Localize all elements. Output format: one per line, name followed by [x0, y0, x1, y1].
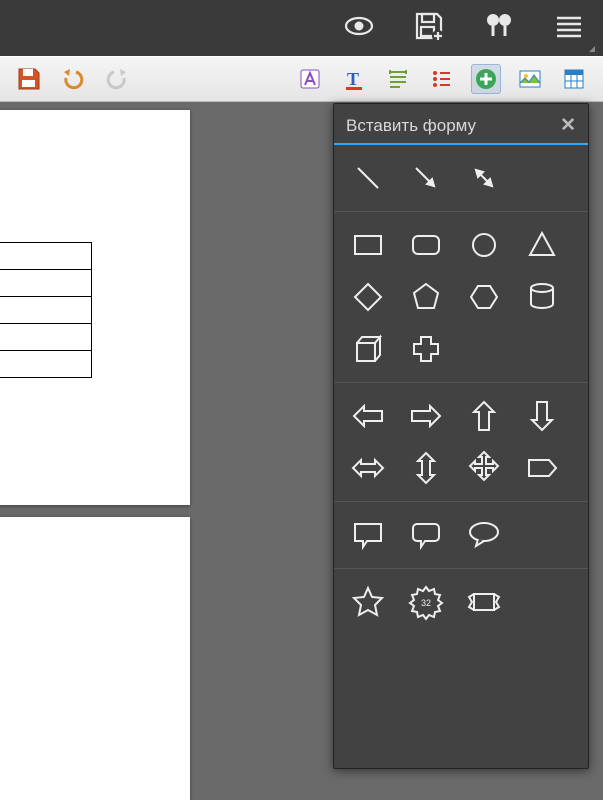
shape-arrow-up-down[interactable]: [400, 445, 452, 491]
shape-group-callouts: [334, 502, 588, 569]
save-button[interactable]: [14, 64, 44, 94]
shape-arrow-down[interactable]: [516, 393, 568, 439]
shape-arrow-pentagon[interactable]: [516, 445, 568, 491]
edit-toolbar: T: [0, 56, 603, 102]
undo-button[interactable]: [58, 64, 88, 94]
shape-group-arrows: [334, 383, 588, 502]
list-button[interactable]: [427, 64, 457, 94]
shape-pentagon[interactable]: [400, 274, 452, 320]
shape-arrow-quad[interactable]: [458, 445, 510, 491]
text-color-button[interactable]: T: [339, 64, 369, 94]
document-page[interactable]: Sincerely yours,: [0, 517, 190, 800]
shape-circle[interactable]: [458, 222, 510, 268]
insert-button[interactable]: [471, 64, 501, 94]
shape-seal[interactable]: 32: [400, 579, 452, 625]
shape-callout-rounded[interactable]: [400, 512, 452, 558]
menu-expand-corner: [589, 46, 595, 52]
document-page[interactable]: [0, 110, 190, 505]
panel-title: Вставить форму: [346, 116, 560, 136]
shape-group-basic: [334, 212, 588, 383]
font-style-button[interactable]: [295, 64, 325, 94]
preview-icon[interactable]: [343, 10, 375, 47]
shape-group-stars: 32: [334, 569, 588, 635]
find-icon[interactable]: [483, 10, 515, 47]
menu-icon[interactable]: [553, 10, 585, 47]
save-add-icon[interactable]: [413, 10, 445, 47]
shape-arrow-left-right[interactable]: [342, 445, 394, 491]
shape-group-lines: [334, 145, 588, 212]
shape-rectangle[interactable]: [342, 222, 394, 268]
shape-arrow-line[interactable]: [400, 155, 452, 201]
shape-ribbon[interactable]: [458, 579, 510, 625]
table-button[interactable]: [559, 64, 589, 94]
shape-arrow-right[interactable]: [400, 393, 452, 439]
close-icon[interactable]: ✕: [560, 114, 576, 137]
shape-diamond[interactable]: [342, 274, 394, 320]
shape-cylinder[interactable]: [516, 274, 568, 320]
shape-callout-oval[interactable]: [458, 512, 510, 558]
shape-rounded-rectangle[interactable]: [400, 222, 452, 268]
svg-text:32: 32: [421, 598, 431, 608]
shape-arrow-up[interactable]: [458, 393, 510, 439]
paragraph-button[interactable]: [383, 64, 413, 94]
shape-cross[interactable]: [400, 326, 452, 372]
insert-shape-panel: Вставить форму ✕: [333, 103, 589, 769]
svg-text:T: T: [347, 69, 359, 89]
shape-star[interactable]: [342, 579, 394, 625]
shape-triangle[interactable]: [516, 222, 568, 268]
shape-line[interactable]: [342, 155, 394, 201]
shape-hexagon[interactable]: [458, 274, 510, 320]
shape-arrow-left[interactable]: [342, 393, 394, 439]
app-top-bar: [0, 0, 603, 56]
shape-double-arrow-line[interactable]: [458, 155, 510, 201]
image-button[interactable]: [515, 64, 545, 94]
panel-header: Вставить форму ✕: [334, 104, 588, 145]
document-table[interactable]: [0, 242, 92, 378]
shape-cube[interactable]: [342, 326, 394, 372]
shape-callout-rect[interactable]: [342, 512, 394, 558]
redo-button[interactable]: [102, 64, 132, 94]
